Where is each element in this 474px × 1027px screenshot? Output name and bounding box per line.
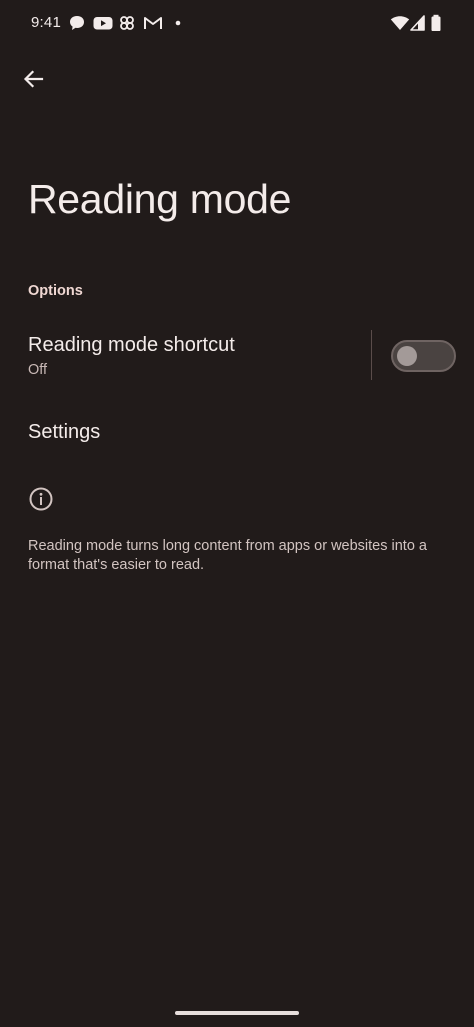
shortcut-title: Reading mode shortcut <box>28 334 235 356</box>
settings-label: Settings <box>28 421 101 443</box>
row-divider <box>371 330 372 380</box>
toggle-knob <box>397 346 417 366</box>
arrow-back-icon <box>22 68 44 95</box>
gmail-icon <box>143 14 163 32</box>
status-bar: 9:41 <box>0 0 474 46</box>
shortcut-status: Off <box>28 362 48 378</box>
chat-bubble-icon <box>68 14 88 32</box>
wifi-icon <box>390 14 410 32</box>
cellular-signal-icon <box>410 14 426 32</box>
settings-row[interactable]: Settings <box>0 406 474 460</box>
youtube-icon <box>93 14 115 32</box>
info-icon <box>28 486 54 512</box>
page-title: Reading mode <box>28 176 292 222</box>
pinwheel-icon <box>118 14 138 32</box>
gesture-nav-handle[interactable] <box>175 1011 299 1015</box>
status-time: 9:41 <box>31 14 61 31</box>
dot-icon <box>174 14 182 32</box>
reading-mode-shortcut-row[interactable]: Reading mode shortcut Off <box>0 320 474 390</box>
back-button[interactable] <box>16 64 50 98</box>
info-description: Reading mode turns long content from app… <box>28 538 427 573</box>
shortcut-toggle[interactable] <box>391 340 456 372</box>
section-header-options: Options <box>28 283 83 299</box>
battery-icon <box>430 14 442 32</box>
